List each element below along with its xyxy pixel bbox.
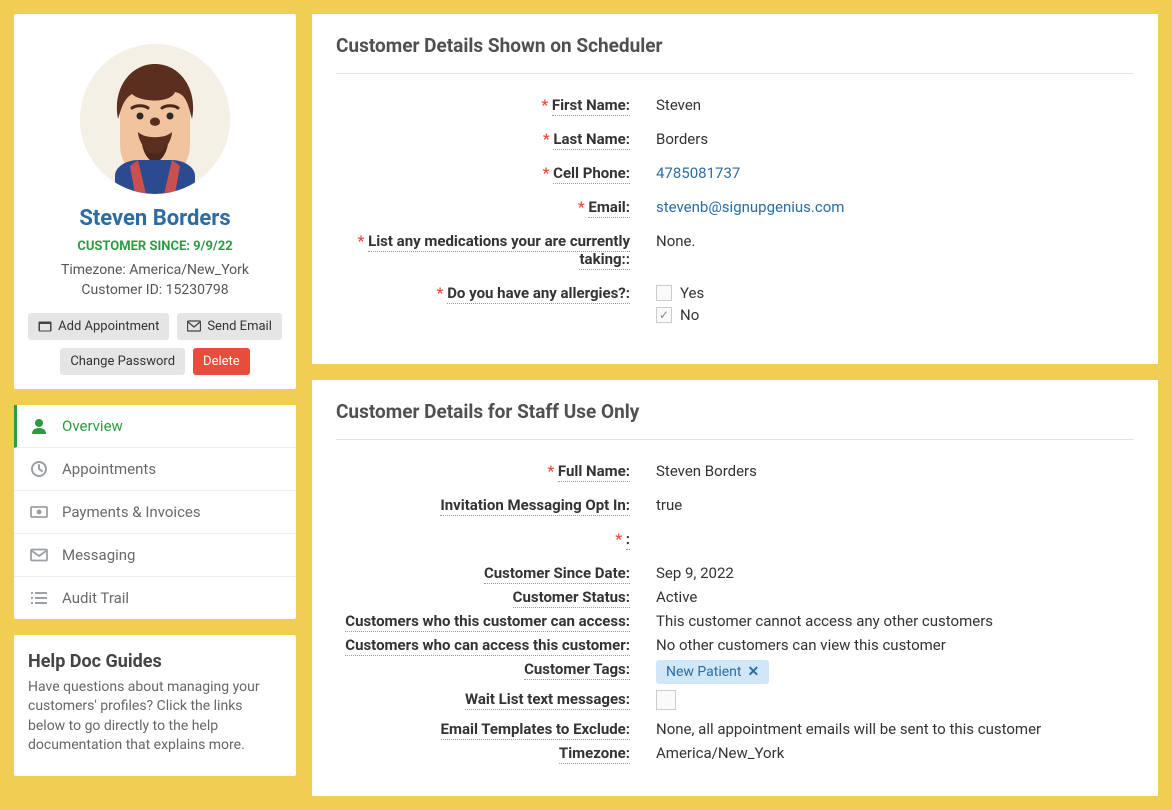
opt-in-value: true [656, 496, 1134, 514]
nav-payments[interactable]: Payments & Invoices [14, 491, 296, 534]
delete-label: Delete [203, 354, 240, 369]
medications-label: List any medications your are currently … [368, 232, 630, 270]
scheduler-panel-title: Customer Details Shown on Scheduler [336, 34, 1134, 74]
timezone-value: America/New_York [656, 744, 1134, 762]
allergies-label: Do you have any allergies?: [447, 284, 630, 304]
profile-customer-id: Customer ID: 15230798 [28, 280, 282, 300]
nav-list: Overview Appointments Payments & Invoice… [14, 405, 296, 619]
allergies-yes-checkbox[interactable] [656, 285, 672, 301]
nav-audit-label: Audit Trail [62, 589, 129, 607]
avatar [80, 44, 230, 194]
send-email-button[interactable]: Send Email [177, 313, 282, 340]
nav-payments-label: Payments & Invoices [62, 503, 201, 521]
add-appointment-button[interactable]: Add Appointment [28, 313, 169, 340]
waitlist-label: Wait List text messages: [465, 690, 630, 710]
tags-label: Customer Tags: [524, 660, 630, 680]
status-label: Customer Status: [513, 588, 630, 608]
scheduler-details-panel: Customer Details Shown on Scheduler * Fi… [312, 14, 1158, 364]
since-date-value: Sep 9, 2022 [656, 564, 1134, 582]
nav-audit[interactable]: Audit Trail [14, 577, 296, 619]
medications-value: None. [656, 232, 1134, 250]
email-link[interactable]: stevenb@signupgenius.com [656, 198, 844, 216]
remove-tag-icon[interactable]: ✕ [748, 664, 760, 680]
cell-phone-link[interactable]: 4785081737 [656, 164, 740, 182]
can-access-label: Customers who this customer can access: [345, 612, 630, 632]
nav-overview[interactable]: Overview [14, 405, 296, 448]
last-name-label: Last Name: [553, 130, 630, 150]
blank-field-label: : [626, 530, 630, 550]
app-frame: Steven Borders CUSTOMER SINCE: 9/9/22 Ti… [14, 14, 1158, 796]
main-content: Customer Details Shown on Scheduler * Fi… [312, 14, 1158, 796]
customer-since-label: CUSTOMER SINCE: 9/9/22 [28, 239, 282, 254]
profile-meta: Timezone: America/New_York Customer ID: … [28, 260, 282, 301]
allergies-yes-label: Yes [680, 284, 704, 302]
cell-phone-label: Cell Phone: [553, 164, 630, 184]
send-email-label: Send Email [207, 319, 272, 334]
exclude-templates-label: Email Templates to Exclude: [441, 720, 630, 740]
user-icon [30, 418, 48, 434]
help-card: Help Doc Guides Have questions about man… [14, 635, 296, 776]
full-name-label: Full Name: [558, 462, 630, 482]
email-label: Email: [588, 198, 630, 218]
status-value: Active [656, 588, 1134, 606]
money-icon [30, 504, 48, 520]
add-appointment-label: Add Appointment [58, 319, 159, 334]
nav-messaging-label: Messaging [62, 546, 135, 564]
full-name-value: Steven Borders [656, 462, 1134, 480]
exclude-templates-value: None, all appointment emails will be sen… [656, 720, 1134, 738]
since-date-label: Customer Since Date: [484, 564, 630, 584]
accessed-by-label: Customers who can access this customer: [345, 636, 630, 656]
first-name-label: First Name: [552, 96, 630, 116]
timezone-label: Timezone: [559, 744, 630, 764]
profile-actions: Add Appointment Send Email Change Passwo… [28, 313, 282, 375]
list-icon [30, 590, 48, 606]
profile-timezone: Timezone: America/New_York [28, 260, 282, 280]
help-body: Have questions about managing your custo… [28, 678, 282, 756]
opt-in-label: Invitation Messaging Opt In: [440, 496, 630, 516]
staff-details-panel: Customer Details for Staff Use Only * Fu… [312, 380, 1158, 796]
change-password-button[interactable]: Change Password [60, 348, 185, 375]
accessed-by-value: No other customers can view this custome… [656, 636, 1134, 654]
nav-appointments[interactable]: Appointments [14, 448, 296, 491]
profile-name: Steven Borders [28, 206, 282, 231]
last-name-value: Borders [656, 130, 1134, 148]
staff-panel-title: Customer Details for Staff Use Only [336, 400, 1134, 440]
change-password-label: Change Password [70, 354, 175, 369]
allergies-no-label: No [680, 306, 699, 324]
envelope-icon [187, 320, 201, 332]
allergies-no-checkbox[interactable]: ✓ [656, 307, 672, 323]
can-access-value: This customer cannot access any other cu… [656, 612, 1134, 630]
envelope-icon [30, 547, 48, 563]
delete-button[interactable]: Delete [193, 348, 250, 375]
waitlist-checkbox[interactable] [656, 690, 676, 710]
help-title: Help Doc Guides [28, 651, 282, 672]
clock-icon [30, 461, 48, 477]
nav-appointments-label: Appointments [62, 460, 156, 478]
profile-card: Steven Borders CUSTOMER SINCE: 9/9/22 Ti… [14, 14, 296, 389]
sidebar: Steven Borders CUSTOMER SINCE: 9/9/22 Ti… [14, 14, 296, 796]
customer-tag-label: New Patient [666, 664, 742, 680]
nav-overview-label: Overview [62, 417, 123, 435]
calendar-icon [38, 320, 52, 332]
nav-messaging[interactable]: Messaging [14, 534, 296, 577]
customer-tag[interactable]: New Patient ✕ [656, 660, 769, 684]
first-name-value: Steven [656, 96, 1134, 114]
